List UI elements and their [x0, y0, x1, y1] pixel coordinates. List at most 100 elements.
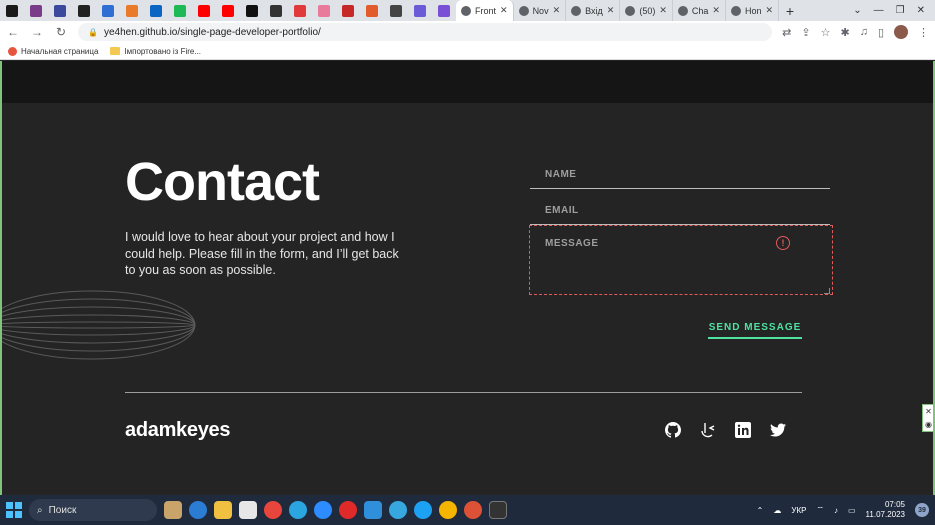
cloud-icon[interactable]: ☁ — [773, 506, 781, 515]
linkedin-icon[interactable] — [735, 422, 751, 438]
tab-search-icon[interactable]: ⌄ — [853, 5, 861, 16]
pinned-tab-favicon-icon — [318, 4, 330, 17]
pinned-tab-favicon-icon — [198, 4, 210, 17]
pinned-tab[interactable] — [192, 0, 216, 21]
browser-tab[interactable]: Nov ✕ — [514, 0, 567, 21]
pinned-tab-favicon-icon — [126, 4, 138, 17]
telegram-icon[interactable] — [389, 501, 407, 519]
tab-close-icon[interactable]: ✕ — [553, 5, 561, 16]
volume-icon[interactable]: ♪ — [834, 506, 838, 515]
tab-close-icon[interactable]: ✕ — [500, 5, 508, 16]
bookmark-star-icon[interactable]: ☆ — [821, 26, 831, 39]
pinned-tab[interactable] — [240, 0, 264, 21]
pinned-tab[interactable] — [216, 0, 240, 21]
pinned-tab-favicon-icon — [366, 4, 378, 17]
pinned-tab[interactable] — [168, 0, 192, 21]
github-icon[interactable] — [665, 422, 681, 438]
forward-button[interactable]: → — [30, 25, 44, 39]
pinned-tab[interactable] — [288, 0, 312, 21]
pinned-tab[interactable] — [144, 0, 168, 21]
maximize-button[interactable]: ❐ — [896, 5, 905, 16]
pinned-tab-favicon-icon — [342, 4, 354, 17]
browser-tab[interactable]: Front ✕ — [456, 0, 514, 21]
edge-icon[interactable] — [189, 501, 207, 519]
pinned-tab[interactable] — [24, 0, 48, 21]
pinned-tab[interactable] — [0, 0, 24, 21]
wifi-icon[interactable]: ⌔ — [816, 505, 824, 515]
file-explorer-icon[interactable] — [214, 501, 232, 519]
pinned-tab[interactable] — [360, 0, 384, 21]
chrome-active-icon[interactable] — [464, 501, 482, 519]
menu-icon[interactable]: ⋮ — [918, 26, 929, 39]
send-message-button[interactable]: SEND MESSAGE — [708, 317, 802, 339]
pinned-tab[interactable] — [48, 0, 72, 21]
tray-language[interactable]: УКР — [791, 506, 806, 515]
extensions-icon[interactable]: ✱ — [840, 26, 849, 39]
pinned-tabs — [0, 0, 456, 21]
browser-tab[interactable]: Cha ✕ — [673, 0, 726, 21]
pinned-tab-favicon-icon — [30, 4, 42, 17]
tab-favicon-icon — [518, 5, 529, 16]
tray-chevron-icon[interactable]: ⌃ — [757, 506, 764, 515]
close-extension-icon[interactable]: ✕ — [925, 407, 932, 416]
taskbar-widget-icon[interactable] — [164, 501, 182, 519]
chrome-icon[interactable] — [264, 501, 282, 519]
translate-icon[interactable]: ⇄ — [782, 26, 791, 39]
close-window-button[interactable]: ✕ — [917, 5, 925, 16]
bookmark-imported-folder[interactable]: Імпортовано із Fire... — [110, 47, 201, 56]
start-button[interactable] — [6, 502, 22, 518]
twitter-app-icon[interactable] — [414, 501, 432, 519]
lock-icon[interactable]: 🔒 — [88, 28, 98, 37]
pinned-tab[interactable] — [120, 0, 144, 21]
sidebar-icon[interactable]: ▯ — [878, 26, 884, 39]
reload-button[interactable]: ↻ — [54, 25, 68, 39]
pinned-tab[interactable] — [72, 0, 96, 21]
pinned-tab-favicon-icon — [390, 4, 402, 17]
pinned-tab[interactable] — [264, 0, 288, 21]
notification-badge[interactable]: 39 — [915, 503, 929, 517]
clock[interactable]: 07:05 11.07.2023 — [866, 500, 905, 520]
tab-label: Hon — [744, 5, 762, 16]
media-icon[interactable]: ♫ — [860, 26, 868, 38]
vscode-icon[interactable] — [364, 501, 382, 519]
back-button[interactable]: ← — [6, 25, 20, 39]
tab-close-icon[interactable]: ✕ — [712, 5, 720, 16]
pinned-tab-favicon-icon — [102, 4, 114, 17]
pinned-tab[interactable] — [336, 0, 360, 21]
taskbar-search[interactable]: ⌕ Поиск — [29, 499, 157, 521]
tab-close-icon[interactable]: ✕ — [607, 5, 615, 16]
notion-icon[interactable] — [489, 501, 507, 519]
pinned-tab-favicon-icon — [246, 4, 258, 17]
pinned-tab-favicon-icon — [6, 4, 18, 17]
contact-description: I would love to hear about your project … — [125, 230, 399, 277]
tab-close-icon[interactable]: ✕ — [765, 5, 773, 16]
battery-icon[interactable]: ▭ — [848, 506, 856, 515]
url-field[interactable]: 🔒 ye4hen.github.io/single-page-developer… — [78, 23, 773, 41]
name-input[interactable] — [530, 161, 830, 188]
frontend-mentor-icon[interactable] — [700, 422, 716, 438]
skype-icon[interactable] — [289, 501, 307, 519]
new-tab-button[interactable]: + — [779, 3, 801, 19]
email-input[interactable] — [530, 197, 830, 224]
profile-avatar[interactable] — [894, 25, 908, 39]
store-icon[interactable] — [239, 501, 257, 519]
textarea-resize-handle[interactable] — [824, 288, 830, 294]
pinned-tab[interactable] — [408, 0, 432, 21]
tab-close-icon[interactable]: ✕ — [659, 5, 667, 16]
bookmark-start-page[interactable]: Начальная страница — [8, 46, 98, 56]
extension-logo-icon[interactable]: ◉ — [925, 420, 932, 429]
pinned-tab[interactable] — [432, 0, 456, 21]
browser-tab[interactable]: (50) ✕ — [620, 0, 673, 21]
browser-tab[interactable]: Hon ✕ — [726, 0, 780, 21]
twitter-icon[interactable] — [770, 422, 786, 438]
share-icon[interactable]: ⇪ — [801, 26, 810, 39]
zoom-icon[interactable] — [314, 501, 332, 519]
pinned-tab[interactable] — [96, 0, 120, 21]
pinned-tab[interactable] — [384, 0, 408, 21]
browser-tab[interactable]: Вхід ✕ — [566, 0, 621, 21]
pinned-tab-favicon-icon — [150, 4, 162, 17]
opera-icon[interactable] — [339, 501, 357, 519]
minimize-button[interactable]: — — [874, 5, 884, 16]
pinned-tab[interactable] — [312, 0, 336, 21]
chrome-canary-icon[interactable] — [439, 501, 457, 519]
